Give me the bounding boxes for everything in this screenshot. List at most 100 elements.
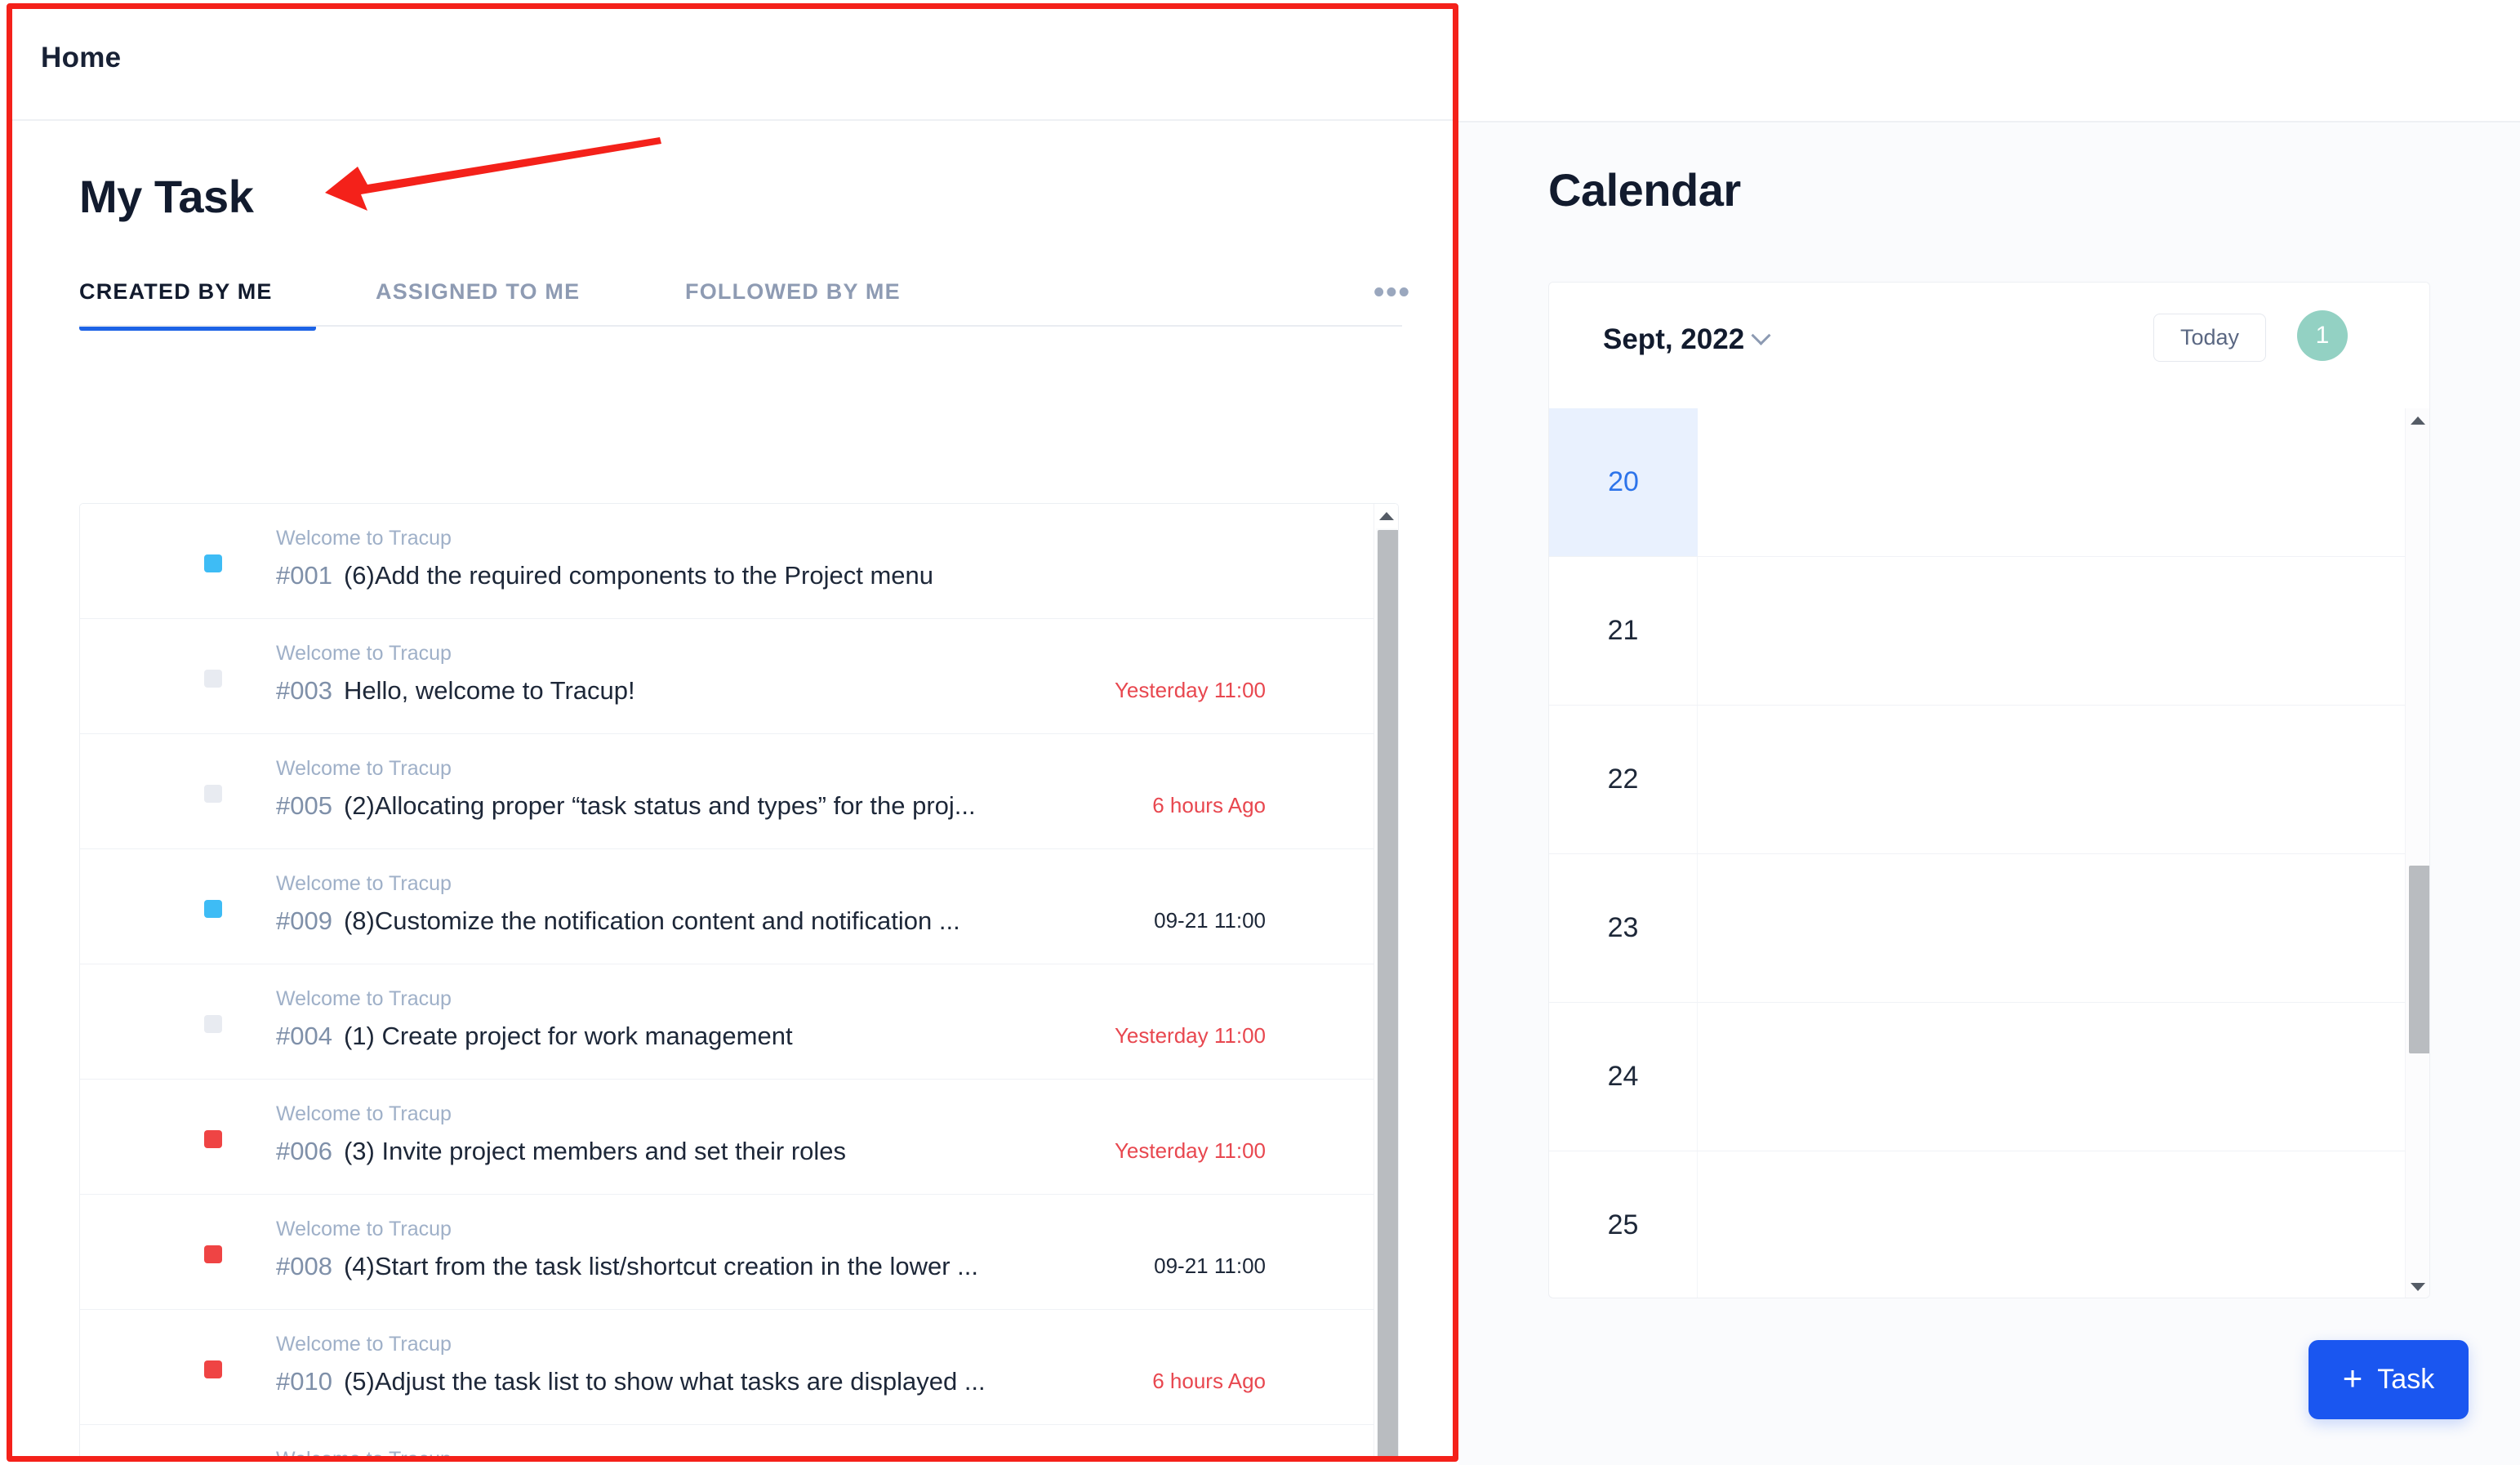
task-text-block: Welcome to Tracup #004 (1) Create project …	[276, 985, 1174, 1053]
calendar-day-number: 22	[1549, 706, 1698, 853]
task-row[interactable]: Welcome to Tracup #008 (4)Start from the t…	[80, 1195, 1374, 1310]
task-row[interactable]: Welcome to Tracup #001 (6)Add the required…	[80, 504, 1374, 619]
calendar-day-row[interactable]: 20	[1549, 408, 2429, 557]
task-text-block: Welcome to Tracup #010 (5)Adjust the task …	[276, 1330, 1174, 1399]
task-text-block: Welcome to Tracup#002(7)The Home brings …	[276, 1445, 1174, 1456]
task-title-line: #006 (3) Invite project members and set t…	[276, 1133, 1174, 1169]
task-id: #008	[276, 1252, 332, 1280]
add-task-label: Task	[2377, 1364, 2435, 1395]
task-name: Hello, welcome to Tracup!	[343, 676, 635, 705]
calendar-day-row[interactable]: 23	[1549, 854, 2429, 1003]
task-project-name: Welcome to Tracup	[276, 642, 452, 665]
task-row[interactable]: Welcome to Tracup #005 (2)Allocating prope…	[80, 734, 1374, 849]
task-row[interactable]: Welcome to Tracup#002(7)The Home brings …	[80, 1425, 1374, 1456]
task-text-block: Welcome to Tracup #003 Hello, welcome to T…	[276, 639, 1174, 708]
task-status-dot	[204, 554, 222, 572]
task-title-line: #001 (6)Add the required components to th…	[276, 558, 1174, 593]
tab-assigned-to-me[interactable]: ASSIGNED TO ME	[376, 279, 580, 305]
task-tabs: CREATED BY ME ASSIGNED TO ME FOLLOWED BY…	[79, 277, 1409, 336]
calendar-day-row[interactable]: 21	[1549, 557, 2429, 706]
task-text-block: Welcome to Tracup #005 (2)Allocating prope…	[276, 755, 1174, 823]
task-due-time: 6 hours Ago	[1152, 793, 1266, 817]
task-scrollbar-thumb[interactable]	[1378, 530, 1398, 1456]
calendar-day-number: 24	[1549, 1003, 1698, 1151]
task-list-scrollbar[interactable]	[1374, 504, 1398, 1456]
page-title: My Task	[79, 171, 254, 222]
calendar-scrollbar-track[interactable]	[2407, 433, 2429, 1275]
calendar-day-events-area[interactable]	[1698, 557, 2429, 705]
breadcrumb-home: Home	[41, 42, 122, 73]
calendar-day-row[interactable]: 25	[1549, 1151, 2429, 1298]
calendar-scroll-down-arrow-icon[interactable]	[2406, 1275, 2429, 1298]
chevron-down-icon	[1751, 325, 1771, 345]
calendar-scrollbar[interactable]	[2405, 408, 2429, 1298]
task-title-line: #005 (2)Allocating proper “task status an…	[276, 788, 1174, 823]
task-row[interactable]: Welcome to Tracup #010 (5)Adjust the task …	[80, 1310, 1374, 1425]
task-project-name: Welcome to Tracup	[276, 872, 452, 895]
today-button[interactable]: Today	[2153, 314, 2266, 362]
scroll-up-arrow-icon[interactable]	[1374, 504, 1398, 528]
app-root: Home My Task CREATED BY ME ASSIGNED TO M…	[0, 0, 2520, 1465]
task-row[interactable]: Welcome to Tracup #004 (1) Create project …	[80, 964, 1374, 1080]
task-name: (5)Adjust the task list to show what tas…	[343, 1367, 986, 1396]
task-scrollbar-track[interactable]	[1376, 528, 1398, 1456]
task-due-time: 6 hours Ago	[1152, 1369, 1266, 1393]
task-due-time: Yesterday 11:00	[1114, 1023, 1266, 1048]
right-top-bar	[1458, 0, 2520, 122]
calendar-day-number: 20	[1549, 408, 1698, 556]
task-status-dot	[204, 900, 222, 918]
task-project-name: Welcome to Tracup	[276, 527, 452, 550]
calendar-day-number: 25	[1549, 1151, 1698, 1298]
calendar-day-events-area[interactable]	[1698, 408, 2429, 556]
task-id: #003	[276, 676, 332, 705]
calendar-month-selector[interactable]: Sept, 2022	[1603, 323, 1771, 356]
task-title-line: #009 (8)Customize the notification conten…	[276, 903, 1174, 938]
task-title-line: #010 (5)Adjust the task list to show what…	[276, 1364, 1174, 1399]
task-title-line: #008 (4)Start from the task list/shortcut…	[276, 1249, 1174, 1284]
task-text-block: Welcome to Tracup #008 (4)Start from the t…	[276, 1215, 1174, 1284]
task-row[interactable]: Welcome to Tracup #009 (8)Customize the no…	[80, 849, 1374, 964]
tab-created-by-me[interactable]: CREATED BY ME	[79, 279, 273, 305]
home-left-panel: Home My Task CREATED BY ME ASSIGNED TO M…	[12, 9, 1454, 1456]
task-project-name: Welcome to Tracup	[276, 1333, 452, 1356]
task-name: (3) Invite project members and set their…	[343, 1137, 847, 1165]
task-due-time: Yesterday 11:00	[1114, 678, 1266, 702]
task-list-scroll-viewport: Welcome to Tracup #001 (6)Add the required…	[80, 504, 1374, 1456]
calendar-day-events-area[interactable]	[1698, 1151, 2429, 1298]
tab-overflow-menu-icon[interactable]: •••	[1374, 277, 1411, 308]
task-due-time: 09-21 11:00	[1154, 1253, 1266, 1278]
tabs-divider	[79, 325, 1402, 327]
task-id: #004	[276, 1022, 332, 1050]
task-title-line: #004 (1) Create project for work manageme…	[276, 1018, 1174, 1053]
calendar-scroll-up-arrow-icon[interactable]	[2406, 408, 2429, 433]
calendar-day-row[interactable]: 24	[1549, 1003, 2429, 1151]
task-status-dot	[204, 1130, 222, 1148]
calendar-day-events-area[interactable]	[1698, 1003, 2429, 1151]
task-project-name: Welcome to Tracup	[276, 987, 452, 1010]
task-text-block: Welcome to Tracup #006 (3) Invite project …	[276, 1100, 1174, 1169]
calendar-day-rows: 20 21 22 23 24 25	[1549, 408, 2429, 1298]
calendar-header: Sept, 2022 Today 1	[1549, 283, 2429, 408]
task-name: (8)Customize the notification content an…	[343, 906, 960, 935]
calendar-title: Calendar	[1548, 164, 1741, 216]
task-name: (1) Create project for work management	[343, 1022, 793, 1050]
task-id: #010	[276, 1367, 332, 1396]
calendar-day-row[interactable]: 22	[1549, 706, 2429, 854]
task-status-dot	[204, 670, 222, 688]
task-row[interactable]: Welcome to Tracup #006 (3) Invite project …	[80, 1080, 1374, 1195]
calendar-day-events-area[interactable]	[1698, 706, 2429, 853]
task-row[interactable]: Welcome to Tracup #003 Hello, welcome to T…	[80, 619, 1374, 734]
task-name: (4)Start from the task list/shortcut cre…	[343, 1252, 978, 1280]
calendar-count-badge[interactable]: 1	[2297, 310, 2348, 361]
task-title-line: #003 Hello, welcome to Tracup!	[276, 673, 1174, 708]
calendar-day-number: 21	[1549, 557, 1698, 705]
calendar-month-label: Sept, 2022	[1603, 323, 1745, 355]
calendar-scrollbar-thumb[interactable]	[2409, 866, 2429, 1053]
task-text-block: Welcome to Tracup #001 (6)Add the required…	[276, 524, 1174, 593]
task-id: #001	[276, 561, 332, 590]
calendar-day-events-area[interactable]	[1698, 854, 2429, 1002]
tab-followed-by-me[interactable]: FOLLOWED BY ME	[685, 279, 901, 305]
plus-icon: +	[2342, 1358, 2363, 1397]
add-task-button[interactable]: + Task	[2309, 1340, 2469, 1419]
calendar-panel: Calendar Sept, 2022 Today 1 20 21 22 23 24 25	[1458, 122, 2520, 1465]
